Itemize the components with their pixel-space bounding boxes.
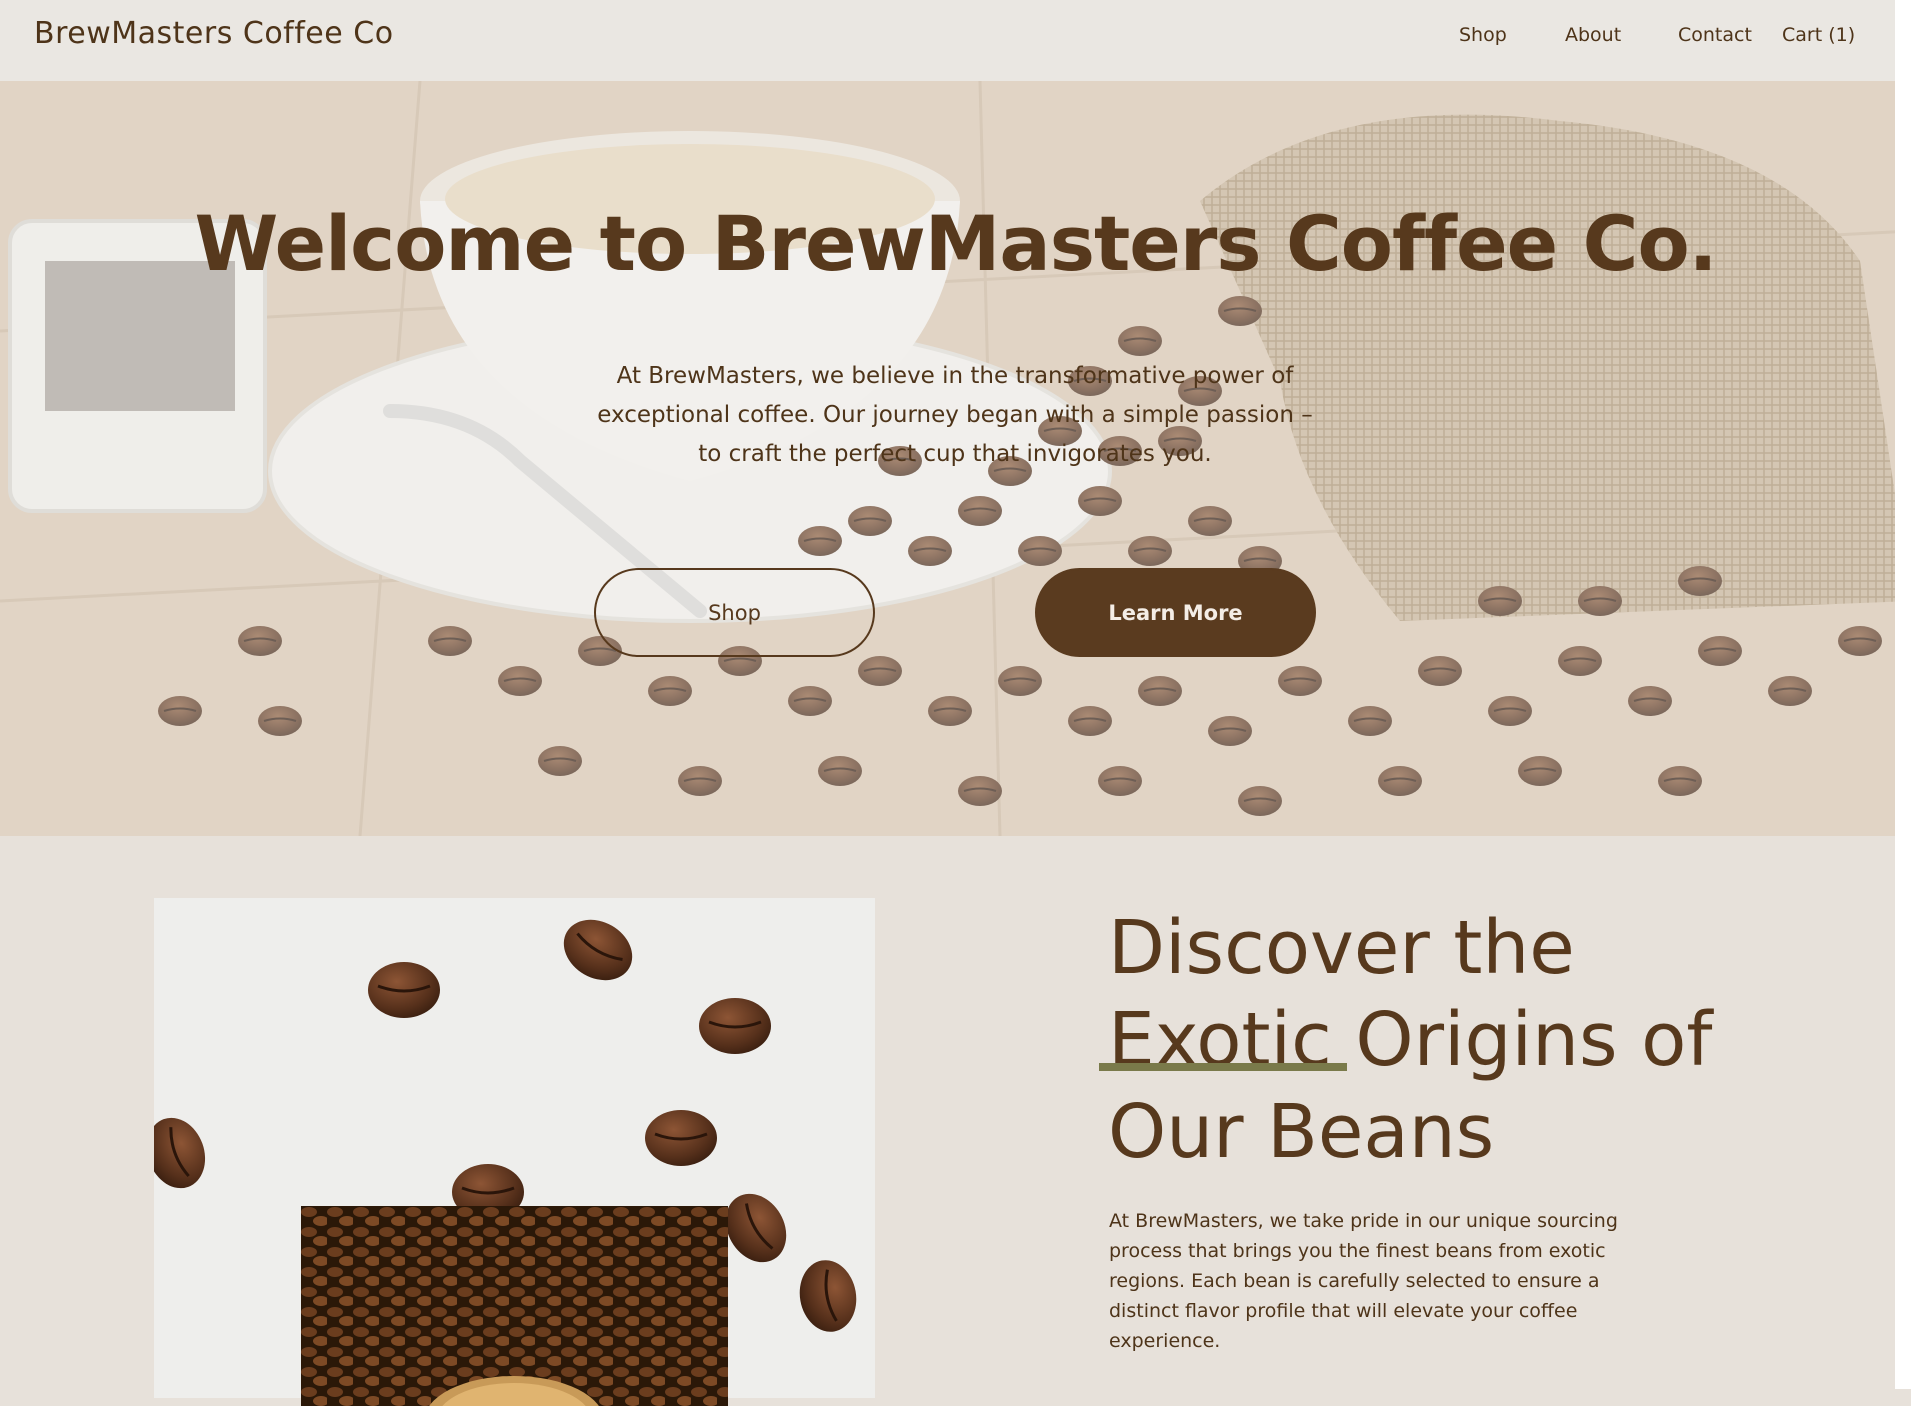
bean-pile-image [301, 1206, 728, 1406]
origins-section: Discover the Exotic Origins of Our Beans… [0, 836, 1895, 1406]
hero-section: Welcome to BrewMasters Coffee Co. At Bre… [0, 81, 1911, 836]
nav-contact-link[interactable]: Contact [1678, 24, 1752, 46]
brand-logo[interactable]: BrewMasters Coffee Co [34, 16, 394, 51]
hero-description: At BrewMasters, we believe in the transf… [597, 363, 1313, 467]
hero-title: Welcome to BrewMasters Coffee Co. [194, 199, 1717, 288]
site-header: BrewMasters Coffee Co Shop About Contact… [0, 0, 1895, 81]
hero-shop-button[interactable]: Shop [594, 568, 875, 657]
nav-shop-link[interactable]: Shop [1459, 24, 1507, 46]
coffee-cup-photo [301, 1206, 728, 1406]
origins-title: Discover the Exotic Origins of Our Beans [1108, 905, 1713, 1175]
scrollbar-track[interactable] [1895, 0, 1911, 1389]
nav-about-link[interactable]: About [1565, 24, 1621, 46]
title-accent-underline [1099, 1063, 1347, 1071]
origins-description: At BrewMasters, we take pride in our uni… [1109, 1210, 1618, 1352]
hero-learn-more-button[interactable]: Learn More [1035, 568, 1316, 657]
nav-cart-link[interactable]: Cart (1) [1782, 24, 1855, 46]
